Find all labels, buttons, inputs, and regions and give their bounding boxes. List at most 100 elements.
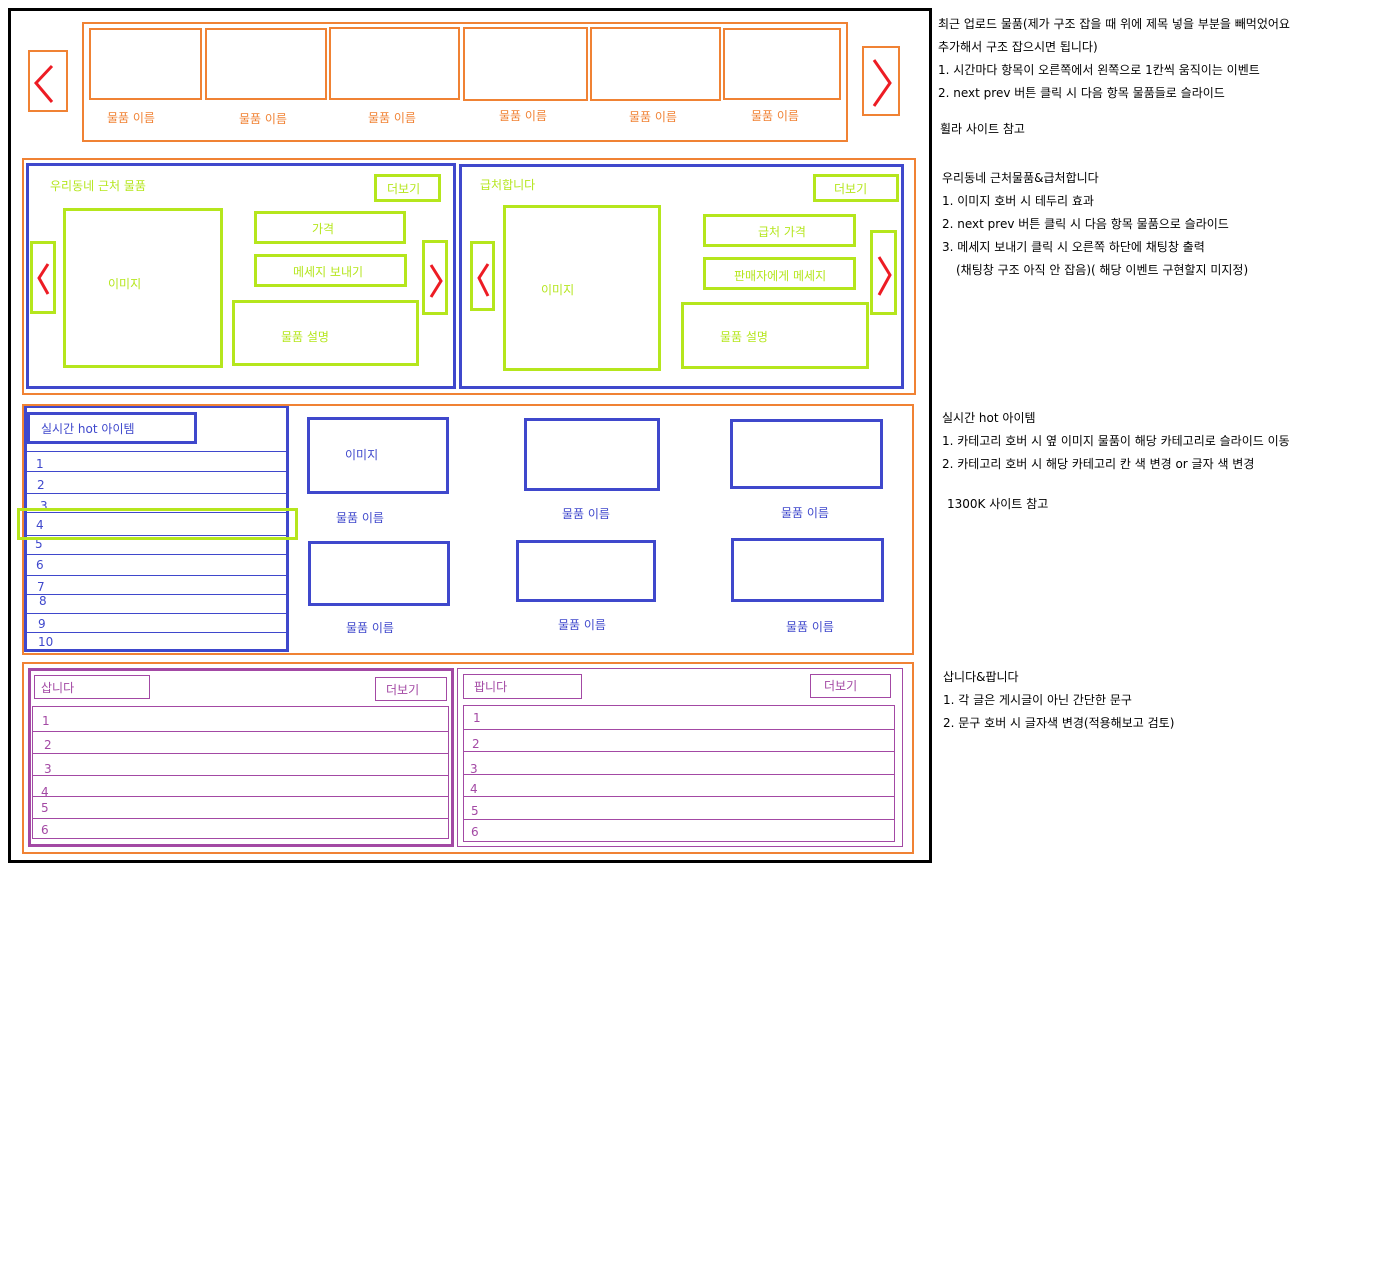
chevron-left-icon <box>33 64 54 103</box>
urgent-prev-button[interactable] <box>470 241 495 311</box>
hot-item-name: 물품 이름 <box>558 618 606 632</box>
image-label: 이미지 <box>541 283 575 297</box>
image-label: 이미지 <box>108 277 142 291</box>
hot-rank-item[interactable]: 8 <box>39 594 47 608</box>
buy-row-text[interactable]: 3 <box>44 762 52 776</box>
rank-divider <box>27 451 286 452</box>
recent-item-name: 물품 이름 <box>368 111 416 125</box>
recent-item-name: 물품 이름 <box>107 111 155 125</box>
urgent-more-button[interactable]: 더보기 <box>813 174 899 202</box>
recent-item-image[interactable] <box>89 28 202 100</box>
buy-list <box>32 706 449 839</box>
hot-item-image[interactable] <box>516 540 656 602</box>
hot-rank-item[interactable]: 1 <box>36 457 44 471</box>
note-recent-line: 1. 시간마다 항목이 오른쪽에서 왼쪽으로 1칸씩 움직이는 이벤트 <box>938 63 1260 77</box>
chevron-right-icon <box>429 264 443 298</box>
rank-divider <box>27 471 286 472</box>
hot-item-image[interactable] <box>731 538 884 602</box>
description-label: 물품 설명 <box>720 330 768 344</box>
sell-more-button[interactable]: 더보기 <box>810 674 891 698</box>
send-message-label: 판매자에게 메세지 <box>734 269 827 283</box>
hot-rank-item[interactable]: 10 <box>38 635 53 649</box>
sell-row-text[interactable]: 1 <box>473 711 481 725</box>
note-nearby-line: 2. next prev 버튼 클릭 시 다음 항목 물품으로 슬라이드 <box>942 217 1229 231</box>
sell-title-box: 팝니다 <box>463 674 582 699</box>
recent-item-name: 물품 이름 <box>239 112 287 126</box>
recent-item-name: 물품 이름 <box>499 109 547 123</box>
hot-item-name: 물품 이름 <box>346 621 394 635</box>
sell-row-text[interactable]: 6 <box>471 825 479 839</box>
nearby-next-button[interactable] <box>422 240 448 315</box>
buy-row-divider <box>33 775 448 776</box>
note-nearby-line: 우리동네 근처물품&급처합니다 <box>942 171 1099 185</box>
urgent-title: 급처합니다 <box>480 178 536 192</box>
note-recent-line: 추가해서 구조 잡으시면 됩니다) <box>938 40 1098 54</box>
hot-rank-item[interactable]: 2 <box>37 478 45 492</box>
image-label: 이미지 <box>345 448 379 462</box>
buy-row-divider <box>33 731 448 732</box>
more-label: 더보기 <box>834 182 868 196</box>
urgent-send-message-button[interactable]: 판매자에게 메세지 <box>703 257 856 290</box>
buy-row-text[interactable]: 5 <box>41 801 49 815</box>
buy-row-text[interactable]: 6 <box>41 823 49 837</box>
nearby-image[interactable]: 이미지 <box>63 208 223 368</box>
buy-title-box: 삽니다 <box>34 675 150 699</box>
hot-rank-item[interactable]: 6 <box>36 558 44 572</box>
note-hot-line: 1300K 사이트 참고 <box>947 497 1049 511</box>
sell-row-text[interactable]: 2 <box>472 737 480 751</box>
recent-item-image[interactable] <box>205 28 327 100</box>
recent-item-name: 물품 이름 <box>751 109 799 123</box>
recent-item-image[interactable] <box>463 27 588 101</box>
more-label: 더보기 <box>824 679 858 693</box>
hot-item-name: 물품 이름 <box>781 506 829 520</box>
nearby-title: 우리동네 근처 물품 <box>50 179 146 193</box>
sell-row-text[interactable]: 4 <box>470 782 478 796</box>
description-label: 물품 설명 <box>281 330 329 344</box>
hot-rank-item[interactable]: 9 <box>38 617 46 631</box>
note-hot-line: 실시간 hot 아이템 <box>942 411 1036 425</box>
hot-item-image[interactable] <box>730 419 883 489</box>
buy-row-text[interactable]: 4 <box>41 785 49 799</box>
rank-divider <box>27 632 286 633</box>
hot-item-name: 물품 이름 <box>786 620 834 634</box>
urgent-next-button[interactable] <box>870 230 897 315</box>
nearby-more-button[interactable]: 더보기 <box>374 174 441 202</box>
hot-item-image[interactable]: 이미지 <box>307 417 449 494</box>
recent-item-image[interactable] <box>590 27 721 101</box>
send-message-label: 메세지 보내기 <box>293 265 364 279</box>
recent-item-image[interactable] <box>723 28 841 100</box>
note-nearby-line: 1. 이미지 호버 시 테두리 효과 <box>942 194 1094 208</box>
recent-prev-button[interactable] <box>28 50 68 112</box>
rank-divider <box>27 594 286 595</box>
sell-title: 팝니다 <box>474 680 508 694</box>
rank-divider <box>27 613 286 614</box>
more-label: 더보기 <box>386 683 420 697</box>
rank-divider <box>27 493 286 494</box>
sell-row-divider <box>464 774 894 775</box>
recent-item-image[interactable] <box>329 27 460 100</box>
rank-divider <box>27 554 286 555</box>
note-recent-line: 휠라 사이트 참고 <box>940 122 1025 136</box>
price-label: 급처 가격 <box>758 225 806 239</box>
rank-divider <box>27 575 286 576</box>
note-nearby-line: 3. 메세지 보내기 클릭 시 오른쪽 하단에 채팅창 출력 <box>942 240 1205 254</box>
more-label: 더보기 <box>387 182 421 196</box>
nearby-prev-button[interactable] <box>30 241 56 314</box>
recent-item-name: 물품 이름 <box>629 110 677 124</box>
note-nearby-line: (채팅창 구조 아직 안 잡음)( 해당 이벤트 구현할지 미지정) <box>956 263 1249 277</box>
hot-item-name: 물품 이름 <box>562 507 610 521</box>
buy-row-text[interactable]: 2 <box>44 738 52 752</box>
recent-next-button[interactable] <box>862 46 900 116</box>
urgent-image[interactable]: 이미지 <box>503 205 661 371</box>
nearby-send-message-button[interactable]: 메세지 보내기 <box>254 254 407 287</box>
note-hot-line: 1. 카테고리 호버 시 옆 이미지 물품이 해당 카테고리로 슬라이드 이동 <box>942 434 1290 448</box>
buy-row-text[interactable]: 1 <box>42 714 50 728</box>
sell-row-text[interactable]: 3 <box>470 762 478 776</box>
hot-item-image[interactable] <box>524 418 660 491</box>
chevron-left-icon <box>37 263 50 295</box>
buy-more-button[interactable]: 더보기 <box>375 677 447 701</box>
sell-row-text[interactable]: 5 <box>471 804 479 818</box>
hot-item-image[interactable] <box>308 541 450 606</box>
hot-rank-item[interactable]: 7 <box>37 580 45 594</box>
sell-row-divider <box>464 751 894 752</box>
